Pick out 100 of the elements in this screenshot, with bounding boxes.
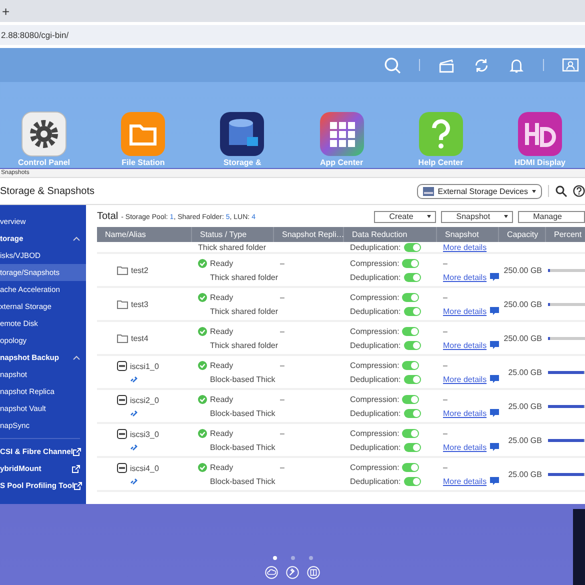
help-icon[interactable] <box>573 185 585 197</box>
toolbar-button[interactable]: Snapshot <box>441 210 514 222</box>
comment-icon[interactable] <box>490 443 499 451</box>
comment-icon[interactable] <box>490 477 499 485</box>
toggle-switch[interactable] <box>404 243 421 252</box>
address-bar[interactable]: 2.88:8080/cgi-bin/ <box>0 25 585 45</box>
more-details-link[interactable]: More details <box>443 306 487 316</box>
table-cell: Deduplication: <box>350 442 401 452</box>
column-header[interactable]: Name/Alias <box>97 227 192 242</box>
more-details-link[interactable]: More details <box>443 442 487 452</box>
toggle-switch[interactable] <box>404 408 421 418</box>
external-link-icon <box>74 482 82 490</box>
toggle-switch[interactable] <box>404 442 421 452</box>
table-cell: Deduplication: <box>350 374 401 384</box>
toggle-switch[interactable] <box>402 428 420 438</box>
storage-icon[interactable] <box>219 111 266 157</box>
status-text: Ready <box>210 292 234 302</box>
toggle-switch[interactable] <box>402 292 420 302</box>
table-cell: iscsi1_0 <box>130 362 159 370</box>
more-details-link[interactable]: More details <box>443 243 499 252</box>
toggle-switch[interactable] <box>402 258 420 268</box>
page-dot[interactable] <box>308 556 312 560</box>
comment-icon[interactable] <box>490 307 499 315</box>
toggle-switch[interactable] <box>402 462 420 472</box>
check-icon <box>198 292 207 302</box>
table-cell-text: – <box>443 292 448 302</box>
usage-bar <box>548 370 585 374</box>
gear-icon[interactable] <box>21 111 67 157</box>
device-dropdown[interactable]: External Storage Devices <box>416 184 542 198</box>
comment-icon[interactable] <box>490 375 499 383</box>
toggle-switch[interactable] <box>402 360 420 370</box>
column-header[interactable]: Snapshot <box>437 227 499 242</box>
more-details-link[interactable]: More details <box>443 408 487 418</box>
more-details-link[interactable]: More details <box>443 340 487 350</box>
table-cell-text: – <box>280 327 286 336</box>
chevron-up-icon <box>73 355 80 360</box>
toggle-switch[interactable] <box>402 394 420 404</box>
table-cell-text: – <box>280 395 286 404</box>
page-dot[interactable] <box>272 556 276 560</box>
table-cell: 250.00 GB <box>504 300 542 308</box>
folder-icon <box>117 266 128 274</box>
column-header[interactable]: Capacity <box>499 227 546 242</box>
search-settings-icon[interactable] <box>555 185 567 197</box>
app-grid-icon[interactable] <box>318 111 365 157</box>
comment-icon[interactable] <box>490 341 499 349</box>
table-cell-text: – <box>280 361 286 370</box>
table-cell: Compression: <box>350 326 400 336</box>
table-cell-text: – <box>280 293 286 302</box>
table-cell: Deduplication: <box>350 340 401 350</box>
bell-icon[interactable] <box>508 56 525 74</box>
usage-bar <box>548 302 585 306</box>
table-cell: 250.00 GB <box>504 334 542 342</box>
toolbar-button[interactable]: Create <box>374 210 436 222</box>
user-icon[interactable] <box>562 56 579 74</box>
table-cell: Compression: <box>350 428 400 438</box>
clapper-icon[interactable] <box>438 56 455 74</box>
toolbar-button[interactable]: Manage <box>518 210 585 222</box>
folder-icon <box>117 334 128 342</box>
table-cell: Deduplication: <box>350 243 401 252</box>
usage-bar <box>548 268 585 272</box>
more-details-link[interactable]: More details <box>443 374 487 384</box>
column-header[interactable]: Data Reduction <box>344 227 437 242</box>
column-header[interactable]: Percent <box>546 227 585 242</box>
table-cell-text: – <box>443 428 448 438</box>
search-icon[interactable] <box>384 56 401 74</box>
toggle-switch[interactable] <box>404 306 421 316</box>
table-cell: iscsi3_0 <box>130 430 159 438</box>
toggle-switch[interactable] <box>402 326 420 336</box>
sync-icon[interactable] <box>473 56 490 74</box>
table-cell: 250.00 GB <box>504 266 542 274</box>
toggle-switch[interactable] <box>404 340 421 350</box>
folder-icon[interactable] <box>120 111 166 157</box>
comment-icon[interactable] <box>490 409 499 417</box>
caret-icon <box>504 215 508 218</box>
more-details-link[interactable]: More details <box>443 476 487 486</box>
caret-icon <box>427 215 432 218</box>
table-cell-text: – <box>443 326 448 336</box>
table-cell: Deduplication: <box>350 408 401 418</box>
question-mark-icon[interactable] <box>418 111 464 157</box>
table-cell: Compression: <box>350 394 400 404</box>
table-cell: test2 <box>131 266 148 274</box>
table-cell-text: Block-based Thick <box>209 408 274 418</box>
new-tab-button[interactable]: + <box>2 4 10 18</box>
table-cell: Deduplication: <box>350 476 401 486</box>
cloud-icon[interactable] <box>265 566 278 579</box>
page-dot[interactable] <box>290 556 294 560</box>
toggle-switch[interactable] <box>404 374 421 384</box>
table-cell: Compression: <box>350 462 400 472</box>
hd-icon[interactable] <box>516 111 563 157</box>
table-cell-text: – <box>280 259 286 268</box>
table-cell: test4 <box>131 334 148 342</box>
comment-icon[interactable] <box>490 273 499 281</box>
toggle-switch[interactable] <box>404 272 421 282</box>
column-header[interactable]: Snapshot Repli… <box>274 227 344 242</box>
column-header[interactable]: Status / Type <box>192 227 274 242</box>
book-icon[interactable] <box>307 566 320 579</box>
more-details-link[interactable]: More details <box>443 272 487 282</box>
table-cell-text: Block-based Thick <box>209 442 274 452</box>
toggle-switch[interactable] <box>404 476 421 486</box>
status-text: Ready <box>210 462 234 472</box>
